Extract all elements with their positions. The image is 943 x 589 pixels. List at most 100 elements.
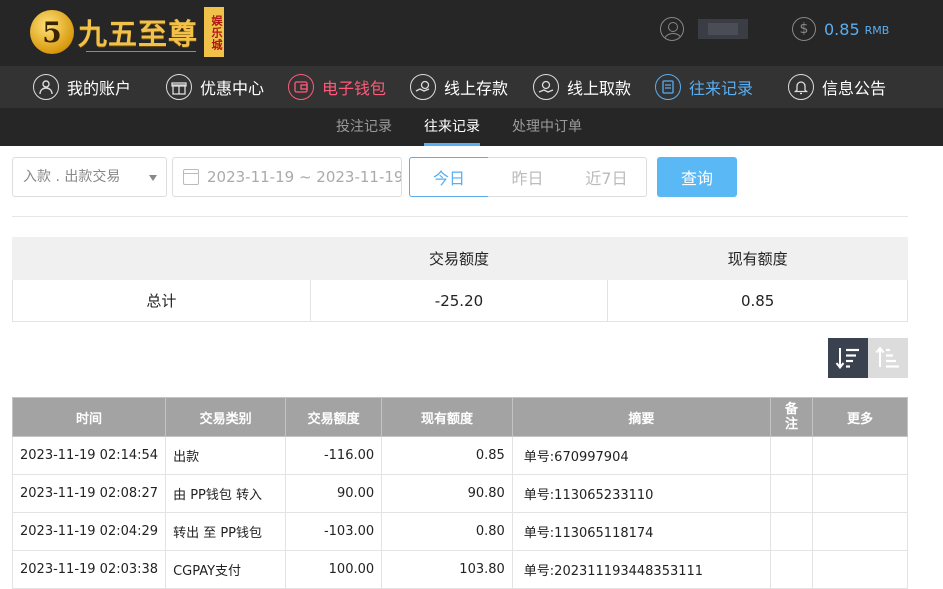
cell-balance: 90.80: [381, 474, 513, 513]
logo-ornament: [86, 44, 196, 52]
balance-unit: RMB: [864, 24, 890, 37]
tab-pending-orders[interactable]: 处理中订单: [512, 108, 582, 146]
summary-total-balance: 0.85: [607, 279, 908, 322]
cell-balance: 103.80: [381, 550, 513, 589]
cell-amount: -116.00: [285, 436, 383, 475]
cell-balance: 0.80: [381, 512, 513, 551]
summary-total-amount: -25.20: [309, 279, 609, 322]
table-row: 2023-11-19 02:14:54 出款 -116.00 0.85 单号:6…: [11, 436, 909, 475]
transaction-type-select[interactable]: 入款 . 出款交易: [12, 157, 167, 197]
cell-more[interactable]: [811, 512, 909, 551]
nav-label: 往来记录: [689, 79, 754, 98]
cell-time: 2023-11-19 02:08:27: [11, 474, 167, 513]
bell-icon: [788, 74, 814, 100]
col-more[interactable]: 更多: [811, 397, 909, 437]
records-header-row: 时间 交易类别 交易额度 现有额度 摘要 备注 更多: [11, 397, 909, 437]
main-nav: 我的账户 优惠中心 电子钱包 线上存款 线上取款 往来记录 信息公告: [0, 66, 943, 108]
transaction-type-value: 入款 . 出款交易: [23, 169, 121, 185]
cell-more[interactable]: [811, 474, 909, 513]
date-range-value: 2023-11-19 ~ 2023-11-19: [207, 168, 402, 186]
cell-more[interactable]: [811, 550, 909, 589]
cell-summary: 单号:670997904: [511, 436, 772, 475]
summary-header-balance: 现有额度: [607, 237, 908, 280]
nav-label: 信息公告: [822, 79, 887, 98]
sort-descending-icon: [835, 348, 859, 370]
nav-e-wallet[interactable]: 电子钱包: [288, 66, 386, 108]
sort-ascending-button[interactable]: [868, 338, 908, 378]
nav-label: 线上存款: [444, 79, 509, 98]
col-balance[interactable]: 现有额度: [381, 397, 513, 437]
tab-transaction-records[interactable]: 往来记录: [424, 108, 480, 146]
cell-time: 2023-11-19 02:14:54: [11, 436, 167, 475]
summary-header-row: 交易额度 现有额度: [12, 237, 908, 280]
top-header: 5 九五至尊 娱乐城 $ 0.85 RMB: [0, 0, 943, 66]
last-7-days-button[interactable]: 近7日: [567, 157, 647, 197]
balance-display: $ 0.85 RMB: [792, 17, 889, 41]
cell-amount: 100.00: [285, 550, 383, 589]
user-avatar-icon: [660, 17, 684, 41]
cell-summary: 单号:202311193448353111: [511, 550, 772, 589]
table-row: 2023-11-19 02:04:29 转出 至 PP钱包 -103.00 0.…: [11, 512, 909, 551]
withdraw-icon: [533, 74, 559, 100]
query-button[interactable]: 查询: [657, 157, 737, 197]
records-table: 时间 交易类别 交易额度 现有额度 摘要 备注 更多 2023-11-19 02…: [11, 397, 909, 589]
dollar-icon: $: [792, 17, 816, 41]
balance-amount: 0.85: [824, 19, 860, 39]
nav-announcements[interactable]: 信息公告: [788, 66, 886, 108]
cell-note: [770, 550, 813, 589]
cell-note: [770, 512, 813, 551]
table-row: 2023-11-19 02:03:38 CGPAY支付 100.00 103.8…: [11, 550, 909, 589]
divider: [12, 216, 908, 217]
cell-amount: 90.00: [285, 474, 383, 513]
nav-my-account[interactable]: 我的账户: [33, 66, 131, 108]
today-button[interactable]: 今日: [409, 157, 489, 197]
col-note[interactable]: 备注: [770, 397, 813, 437]
table-row: 2023-11-19 02:08:27 由 PP钱包 转入 90.00 90.8…: [11, 474, 909, 513]
cell-balance: 0.85: [381, 436, 513, 475]
deposit-icon: [410, 74, 436, 100]
summary-total-label: 总计: [12, 279, 311, 322]
nav-promotions[interactable]: 优惠中心: [166, 66, 264, 108]
cell-note: [770, 436, 813, 475]
cell-note: [770, 474, 813, 513]
cell-type: CGPAY支付: [165, 550, 287, 589]
col-time[interactable]: 时间: [11, 397, 167, 437]
wallet-icon: [288, 74, 314, 100]
records-icon: [655, 74, 681, 100]
username-redacted: [698, 19, 748, 39]
col-amount[interactable]: 交易额度: [285, 397, 383, 437]
cell-type: 由 PP钱包 转入: [165, 474, 287, 513]
date-range-input[interactable]: 2023-11-19 ~ 2023-11-19: [172, 157, 402, 197]
cell-more[interactable]: [811, 436, 909, 475]
col-summary[interactable]: 摘要: [511, 397, 772, 437]
summary-total-row: 总计 -25.20 0.85: [12, 279, 908, 322]
nav-label: 我的账户: [67, 79, 132, 98]
cell-time: 2023-11-19 02:03:38: [11, 550, 167, 589]
yesterday-button[interactable]: 昨日: [488, 157, 568, 197]
calendar-icon: [183, 169, 199, 185]
gift-icon: [166, 74, 192, 100]
summary-header-amount: 交易额度: [309, 237, 609, 280]
nav-transaction-records[interactable]: 往来记录: [655, 66, 753, 108]
cell-summary: 单号:113065118174: [511, 512, 772, 551]
logo-mark: 5: [30, 10, 74, 54]
nav-online-deposit[interactable]: 线上存款: [410, 66, 508, 108]
nav-label: 优惠中心: [200, 79, 265, 98]
logo-badge: 娱乐城: [204, 7, 225, 57]
nav-label: 线上取款: [567, 79, 632, 98]
cell-summary: 单号:113065233110: [511, 474, 772, 513]
user-account[interactable]: [660, 17, 748, 41]
cell-time: 2023-11-19 02:04:29: [11, 512, 167, 551]
summary-table: 交易额度 现有额度 总计 -25.20 0.85: [12, 237, 908, 322]
nav-online-withdraw[interactable]: 线上取款: [533, 66, 631, 108]
cell-type: 出款: [165, 436, 287, 475]
caret-down-icon: [149, 175, 157, 181]
col-type[interactable]: 交易类别: [165, 397, 287, 437]
nav-label: 电子钱包: [322, 79, 387, 98]
tab-bet-records[interactable]: 投注记录: [336, 108, 392, 146]
user-icon: [33, 74, 59, 100]
sub-nav: 投注记录 往来记录 处理中订单: [0, 108, 943, 146]
cell-amount: -103.00: [285, 512, 383, 551]
summary-header-empty: [12, 237, 311, 280]
sort-descending-button[interactable]: [828, 338, 868, 378]
